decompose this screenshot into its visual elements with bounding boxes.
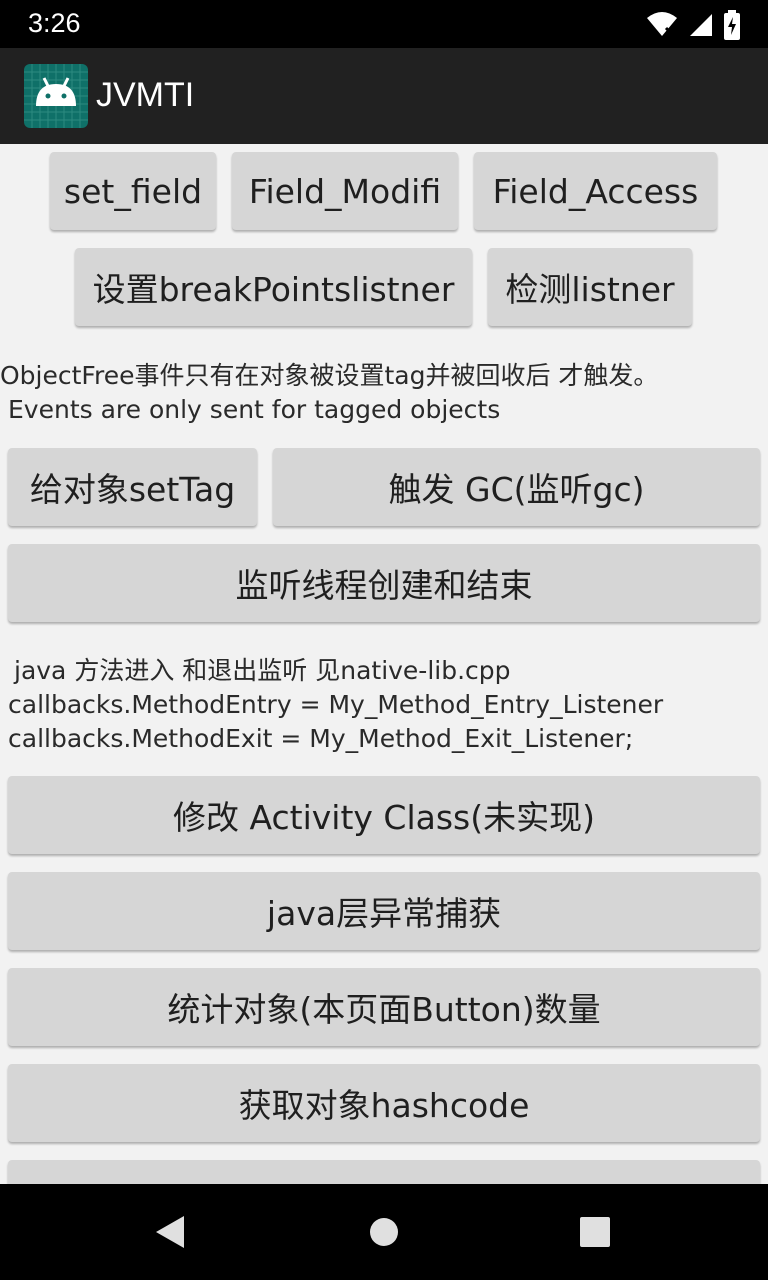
field-access-button[interactable]: Field_Access <box>474 152 717 230</box>
back-icon[interactable] <box>152 1214 188 1250</box>
set-field-button[interactable]: set_field <box>50 152 216 230</box>
count-objects-button[interactable]: 统计对象(本页面Button)数量 <box>8 968 760 1046</box>
partial-next-button[interactable]: ... <box>8 1160 760 1184</box>
navigation-bar <box>0 1184 768 1280</box>
trigger-gc-button[interactable]: 触发 GC(监听gc) <box>273 448 760 526</box>
signal-icon <box>690 14 712 36</box>
status-bar: 3:26 <box>0 0 768 48</box>
objectfree-note-line1: ObjectFree事件只有在对象被设置tag并被回收后 才触发。 <box>0 361 659 390</box>
recents-icon[interactable] <box>578 1215 612 1249</box>
main-content[interactable]: set_field Field_Modifi Field_Access 设置br… <box>0 144 768 1184</box>
battery-icon <box>724 10 740 40</box>
method-note-line3: callbacks.MethodExit = My_Method_Exit_Li… <box>8 724 634 753</box>
wifi-icon <box>647 12 677 38</box>
app-title: JVMTI <box>96 76 195 114</box>
monitor-thread-button[interactable]: 监听线程创建和结束 <box>8 544 760 622</box>
detect-listener-button[interactable]: 检测listner <box>488 248 692 326</box>
method-listener-note: java 方法进入 和退出监听 见native-lib.cpp callback… <box>8 654 663 756</box>
objectfree-note: ObjectFree事件只有在对象被设置tag并被回收后 才触发。 Events… <box>0 359 658 427</box>
home-icon[interactable] <box>366 1214 402 1250</box>
modify-activity-class-button[interactable]: 修改 Activity Class(未实现) <box>8 776 760 854</box>
java-exception-capture-button[interactable]: java层异常捕获 <box>8 872 760 950</box>
objectfree-note-line2: Events are only sent for tagged objects <box>8 395 501 424</box>
method-note-line2: callbacks.MethodEntry = My_Method_Entry_… <box>8 690 664 719</box>
get-hashcode-button[interactable]: 获取对象hashcode <box>8 1064 760 1142</box>
status-icons <box>646 10 740 40</box>
set-tag-button[interactable]: 给对象setTag <box>8 448 257 526</box>
android-app-icon <box>24 64 88 128</box>
app-bar: JVMTI <box>0 48 768 144</box>
method-note-line1: java 方法进入 和退出监听 见native-lib.cpp <box>14 656 511 685</box>
status-time: 3:26 <box>28 8 81 38</box>
set-breakpoints-listener-button[interactable]: 设置breakPointslistner <box>75 248 472 326</box>
field-modification-button[interactable]: Field_Modifi <box>232 152 458 230</box>
